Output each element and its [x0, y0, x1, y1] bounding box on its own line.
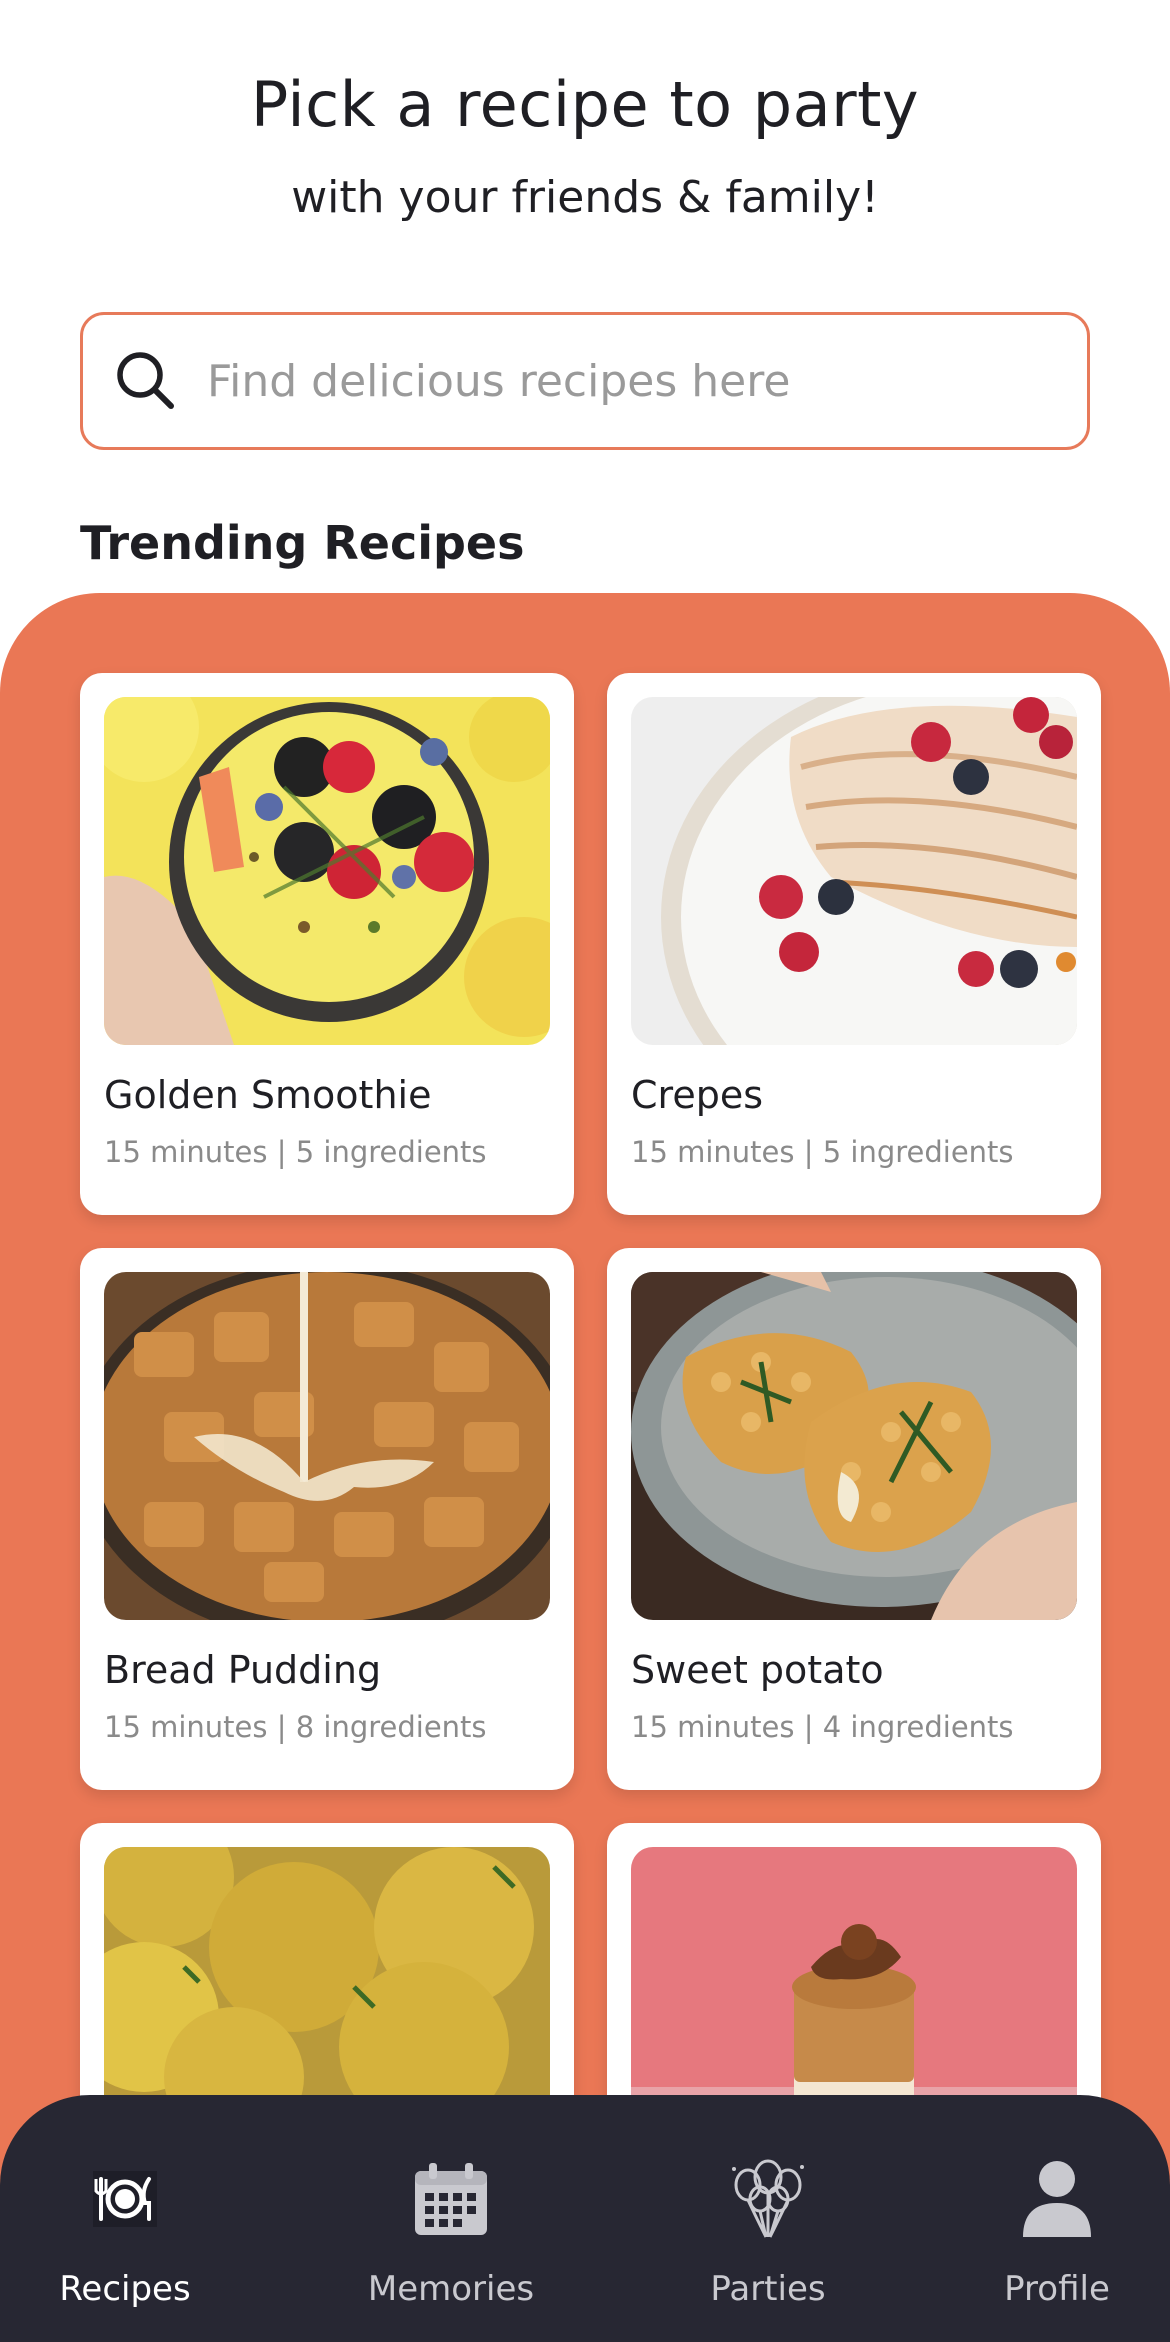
recipe-card-crepes[interactable]: Crepes 15 minutes | 5 ingredients	[607, 673, 1101, 1215]
recipe-name: Golden Smoothie	[104, 1073, 432, 1117]
recipe-card-golden-smoothie[interactable]: Golden Smoothie 15 minutes | 5 ingredien…	[80, 673, 574, 1215]
search-bar[interactable]	[80, 312, 1090, 450]
recipe-name: Bread Pudding	[104, 1648, 382, 1692]
recipe-card-bread-pudding[interactable]: Bread Pudding 15 minutes | 8 ingredients	[80, 1248, 574, 1790]
search-icon	[117, 352, 174, 409]
recipe-photo-crepes	[631, 697, 1077, 1045]
nav-label: Memories	[367, 2269, 535, 2309]
recipe-meta: 15 minutes | 5 ingredients	[104, 1135, 487, 1169]
recipe-photo-bread-pudding	[104, 1272, 550, 1620]
nav-label: Profile	[1004, 2269, 1110, 2309]
balloons-icon	[732, 2159, 804, 2238]
search-input[interactable]	[207, 355, 1007, 407]
trending-recipes-panel: Golden Smoothie 15 minutes | 5 ingredien…	[0, 593, 1170, 2342]
recipe-photo-sweet-potato	[631, 1272, 1077, 1620]
recipe-meta: 15 minutes | 8 ingredients	[104, 1710, 487, 1744]
calendar-icon	[415, 2163, 487, 2235]
person-icon	[1023, 2161, 1091, 2237]
recipe-card-sweet-potato[interactable]: Sweet potato 15 minutes | 4 ingredients	[607, 1248, 1101, 1790]
recipe-name: Crepes	[631, 1073, 763, 1117]
nav-label: Parties	[710, 2269, 826, 2309]
nav-item-recipes[interactable]: Recipes	[40, 2095, 210, 2342]
nav-item-parties[interactable]: Parties	[700, 2095, 836, 2342]
page-title: Pick a recipe to party	[250, 68, 920, 141]
recipe-name: Sweet potato	[631, 1648, 884, 1692]
recipe-photo-golden-smoothie	[104, 697, 550, 1045]
nav-item-profile[interactable]: Profile	[990, 2095, 1124, 2342]
plate-cutlery-icon	[93, 2171, 157, 2227]
recipe-meta: 15 minutes | 5 ingredients	[631, 1135, 1014, 1169]
recipe-meta: 15 minutes | 4 ingredients	[631, 1710, 1014, 1744]
nav-item-memories[interactable]: Memories	[360, 2095, 542, 2342]
section-title-trending: Trending Recipes	[80, 516, 525, 570]
page-subtitle: with your friends & family!	[291, 172, 879, 223]
nav-label: Recipes	[59, 2269, 191, 2309]
bottom-navigation: Recipes Memories Parties Profile	[0, 2095, 1170, 2342]
